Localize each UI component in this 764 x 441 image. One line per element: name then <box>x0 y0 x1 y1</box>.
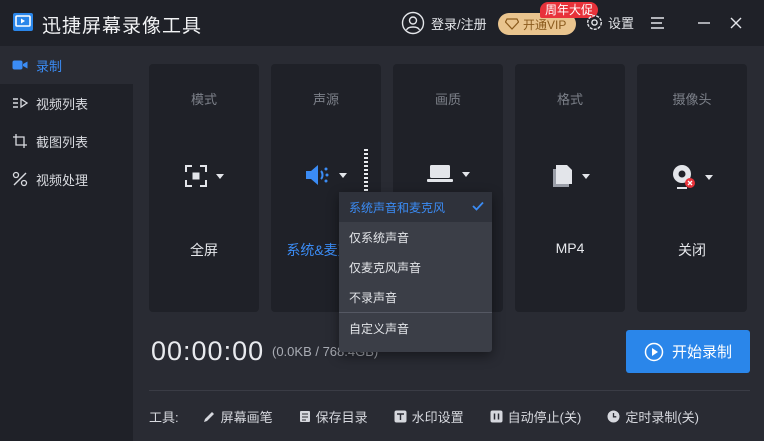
tool-label: 保存目录 <box>315 409 368 425</box>
card-title: 摄像头 <box>672 92 712 107</box>
minimize-icon[interactable] <box>694 13 714 33</box>
clock-icon <box>607 410 620 422</box>
title-bar: 迅捷屏幕录像工具 登录/注册 开通VIP 周年大促 设置 <box>0 0 764 46</box>
start-recording-button[interactable]: 开始录制 <box>626 330 750 373</box>
camera-icon <box>12 60 28 70</box>
file-icon <box>553 165 572 187</box>
user-icon <box>401 11 425 35</box>
card-title: 声源 <box>312 92 339 107</box>
screenshot-icon <box>13 134 27 148</box>
diamond-icon <box>505 18 519 30</box>
watermark-icon <box>394 410 407 422</box>
webcam-icon <box>673 165 695 189</box>
recording-timer: 00:00:00 <box>151 336 265 366</box>
sidebar-item-video-list[interactable]: 视频列表 <box>0 84 133 122</box>
laptop-icon <box>427 165 453 182</box>
screen-pen-button[interactable]: 屏幕画笔 <box>203 407 273 426</box>
close-icon[interactable] <box>726 13 746 33</box>
audio-option-system-only[interactable]: 仅系统声音 <box>339 222 492 252</box>
audio-option-system-and-mic[interactable]: 系统声音和麦克风 <box>339 192 492 222</box>
check-icon <box>472 201 484 211</box>
save-folder-button[interactable]: 保存目录 <box>299 407 368 426</box>
option-label: 不录声音 <box>349 290 398 305</box>
option-label: 仅麦克风声音 <box>349 260 422 275</box>
sidebar-item-label: 视频处理 <box>36 172 89 188</box>
option-label: 仅系统声音 <box>349 230 410 245</box>
sidebar: 录制 视频列表 截图列表 视频处理 <box>0 46 133 441</box>
start-recording-label: 开始录制 <box>671 344 732 361</box>
tool-label: 自动停止(关) <box>507 409 582 425</box>
watermark-settings-button[interactable]: 水印设置 <box>394 407 464 426</box>
audio-source-dropdown: 系统声音和麦克风 仅系统声音 仅麦克风声音 不录声音 自定义声音 <box>339 192 492 352</box>
option-label: 自定义声音 <box>349 321 410 336</box>
sidebar-item-video-process[interactable]: 视频处理 <box>0 160 133 198</box>
divider <box>149 390 750 391</box>
auto-stop-button[interactable]: 自动停止(关) <box>490 407 582 426</box>
audio-option-none[interactable]: 不录声音 <box>339 282 492 312</box>
folder-icon <box>299 410 310 422</box>
tools-icon <box>12 171 28 187</box>
chevron-down-icon <box>462 171 470 177</box>
sidebar-item-label: 录制 <box>36 58 63 74</box>
webcam-card[interactable]: 摄像头 关闭 <box>637 64 747 312</box>
audio-option-custom[interactable]: 自定义声音 <box>339 313 492 343</box>
chevron-down-icon <box>216 173 224 179</box>
menu-icon[interactable] <box>648 13 668 33</box>
chevron-down-icon <box>339 172 347 178</box>
chevron-down-icon <box>705 174 713 180</box>
card-title: 画质 <box>434 92 461 107</box>
sidebar-item-screenshot-list[interactable]: 截图列表 <box>0 122 133 160</box>
card-title: 模式 <box>190 92 217 107</box>
settings-label: 设置 <box>608 16 635 31</box>
tools-label: 工具: <box>149 409 179 425</box>
login-button[interactable]: 登录/注册 <box>401 11 487 35</box>
card-title: 格式 <box>556 92 583 107</box>
tool-label: 屏幕画笔 <box>220 409 273 425</box>
option-label: 系统声音和麦克风 <box>349 200 446 215</box>
scheduled-recording-button[interactable]: 定时录制(关) <box>607 407 699 426</box>
sidebar-item-label: 截图列表 <box>36 134 89 150</box>
app-title: 迅捷屏幕录像工具 <box>42 16 203 37</box>
card-value: MP4 <box>555 240 585 256</box>
pause-icon <box>490 410 503 422</box>
sidebar-item-record[interactable]: 录制 <box>0 46 133 84</box>
format-card[interactable]: 格式 MP4 <box>515 64 625 312</box>
app-logo-icon <box>13 13 33 31</box>
tool-label: 定时录制(关) <box>625 409 700 425</box>
settings-button[interactable]: 设置 <box>586 13 634 32</box>
vip-label: 开通VIP <box>523 17 567 32</box>
tools-bar: 工具: 屏幕画笔 保存目录 水印设置 自动停止(关) 定时录制(关) <box>149 406 699 426</box>
video-list-icon <box>13 97 28 109</box>
audio-option-mic-only[interactable]: 仅麦克风声音 <box>339 252 492 282</box>
play-icon <box>644 342 664 361</box>
login-label: 登录/注册 <box>431 16 487 32</box>
card-value: 关闭 <box>678 242 706 258</box>
pen-icon <box>203 411 214 422</box>
mode-card[interactable]: 模式 全屏 <box>149 64 259 312</box>
fullscreen-icon <box>185 165 207 187</box>
card-value: 全屏 <box>190 242 218 258</box>
tool-label: 水印设置 <box>411 409 464 425</box>
chevron-down-icon <box>582 173 590 179</box>
gear-icon <box>586 14 603 31</box>
speaker-icon <box>306 165 329 185</box>
sidebar-item-label: 视频列表 <box>36 96 89 112</box>
